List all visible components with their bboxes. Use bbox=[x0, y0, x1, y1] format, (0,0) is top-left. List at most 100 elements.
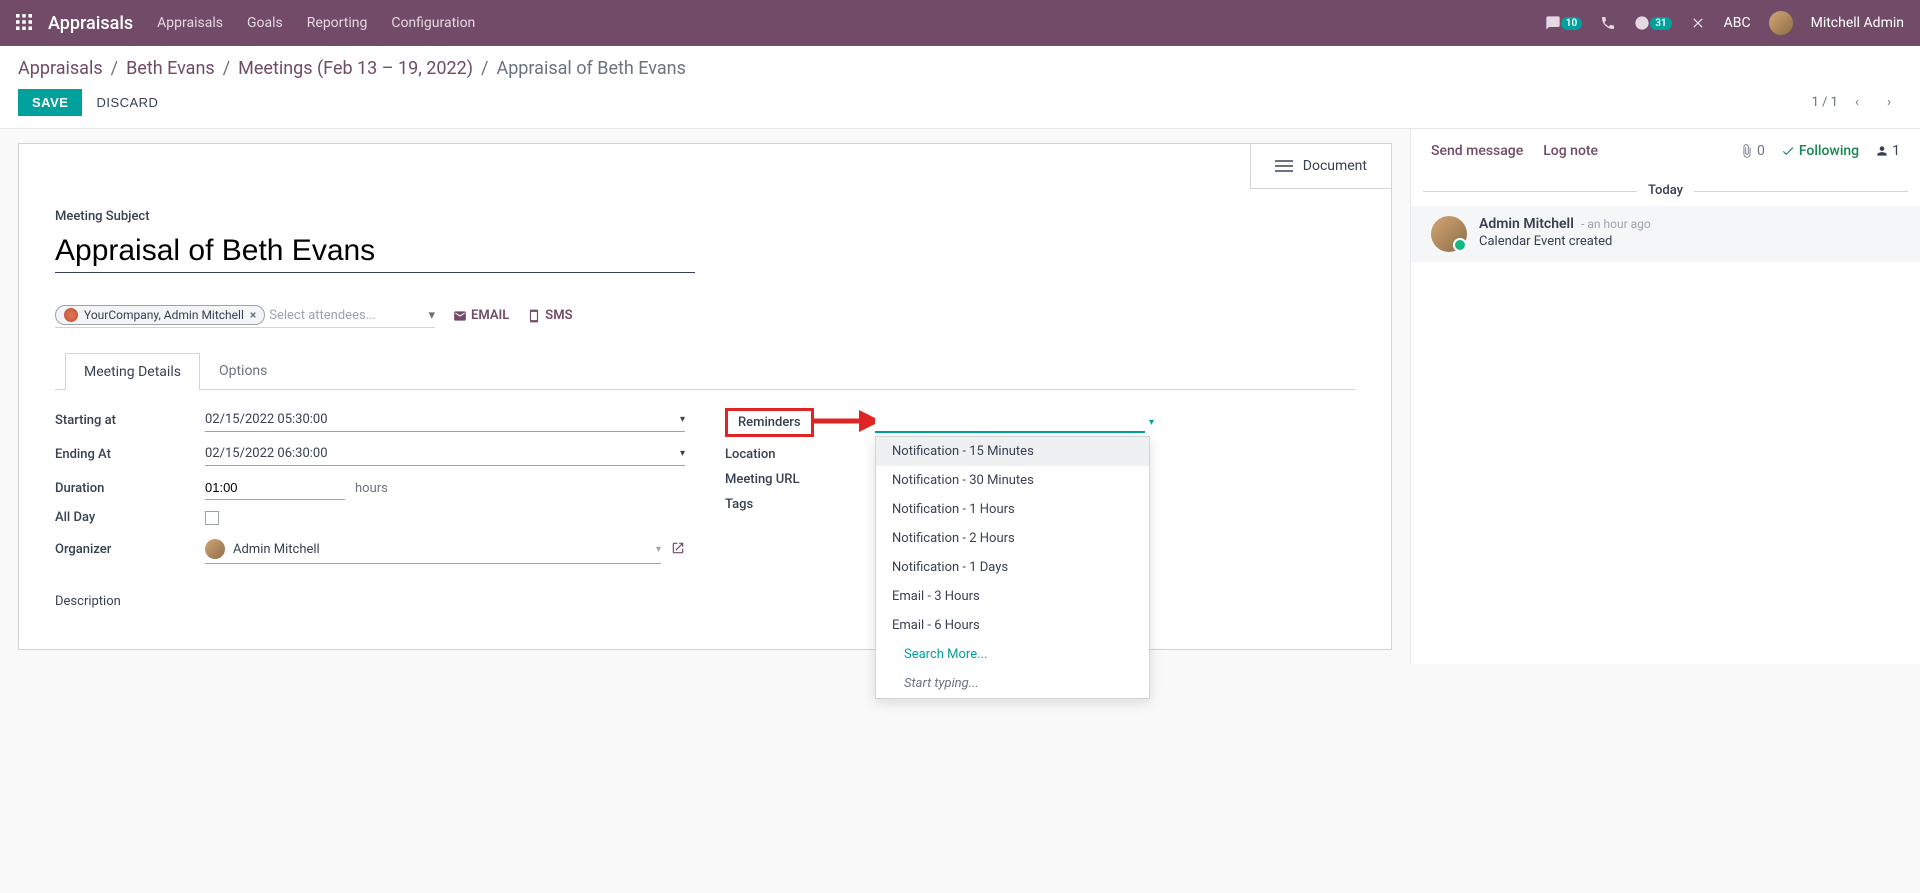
chevron-down-icon[interactable]: ▾ bbox=[428, 308, 435, 323]
nav-configuration[interactable]: Configuration bbox=[391, 15, 475, 31]
pager-next[interactable]: › bbox=[1876, 90, 1902, 116]
hamburger-icon bbox=[1275, 160, 1293, 172]
company-label[interactable]: ABC bbox=[1724, 15, 1751, 31]
crumb-current: Appraisal of Beth Evans bbox=[496, 58, 685, 79]
tab-meeting-details[interactable]: Meeting Details bbox=[65, 353, 200, 390]
duration-label: Duration bbox=[55, 481, 205, 496]
nav-goals[interactable]: Goals bbox=[247, 15, 283, 31]
dropdown-item[interactable]: Email - 6 Hours bbox=[876, 611, 1149, 640]
tags-label: Tags bbox=[725, 497, 875, 512]
crumb-sep: / bbox=[481, 58, 488, 79]
nav-reporting[interactable]: Reporting bbox=[307, 15, 368, 31]
dropdown-item[interactable]: Notification - 15 Minutes bbox=[876, 437, 1149, 466]
pager-prev[interactable]: ‹ bbox=[1844, 90, 1870, 116]
crumb-sep: / bbox=[223, 58, 230, 79]
chatter: Send message Log note 0 Following 1 Toda… bbox=[1410, 129, 1920, 664]
email-button[interactable]: EMAIL bbox=[453, 308, 509, 323]
activity-icon[interactable]: 31 bbox=[1634, 15, 1671, 31]
chevron-down-icon[interactable]: ▾ bbox=[1149, 417, 1154, 428]
avatar-icon bbox=[205, 539, 225, 559]
starting-label: Starting at bbox=[55, 413, 205, 428]
form-panel: Document Meeting Subject YourCompany, Ad… bbox=[0, 129, 1410, 664]
hours-label: hours bbox=[355, 481, 473, 496]
crumb-beth[interactable]: Beth Evans bbox=[126, 58, 215, 79]
message-text: Calendar Event created bbox=[1479, 234, 1651, 249]
crumb-appraisals[interactable]: Appraisals bbox=[18, 58, 103, 79]
dropdown-item[interactable]: Notification - 30 Minutes bbox=[876, 466, 1149, 495]
ending-label: Ending At bbox=[55, 447, 205, 462]
send-message-button[interactable]: Send message bbox=[1431, 143, 1523, 159]
starting-input[interactable]: 02/15/2022 05:30:00 ▾ bbox=[205, 408, 685, 432]
discard-button[interactable]: DISCARD bbox=[82, 89, 172, 116]
annotation-arrow bbox=[811, 404, 881, 442]
location-label: Location bbox=[725, 447, 875, 462]
attendees-field[interactable]: YourCompany, Admin Mitchell × Select att… bbox=[55, 303, 435, 328]
meeting-url-label: Meeting URL bbox=[725, 472, 875, 487]
nav-appraisals[interactable]: Appraisals bbox=[157, 15, 223, 31]
external-link-icon[interactable] bbox=[671, 541, 685, 559]
log-note-button[interactable]: Log note bbox=[1543, 143, 1598, 159]
dropdown-item[interactable]: Notification - 1 Days bbox=[876, 553, 1149, 582]
avatar-icon bbox=[64, 308, 78, 322]
followers-button[interactable]: 1 bbox=[1875, 143, 1900, 159]
topbar: Appraisals Appraisals Goals Reporting Co… bbox=[0, 0, 1920, 46]
dropdown-start-typing: Start typing... bbox=[876, 669, 1149, 698]
document-label: Document bbox=[1303, 158, 1367, 174]
chevron-down-icon: ▾ bbox=[680, 448, 685, 459]
message-time: - an hour ago bbox=[1581, 217, 1651, 231]
description-label: Description bbox=[55, 594, 121, 609]
tabs: Meeting Details Options bbox=[55, 352, 1355, 390]
following-button[interactable]: Following bbox=[1781, 143, 1859, 159]
message-author: Admin Mitchell bbox=[1479, 216, 1574, 232]
attendees-placeholder: Select attendees... bbox=[269, 308, 428, 323]
actions-bar: SAVE DISCARD 1 / 1 ‹ › bbox=[18, 89, 1902, 116]
reminders-label-wrap: Reminders bbox=[725, 408, 875, 437]
activity-badge: 31 bbox=[1650, 17, 1671, 30]
chevron-down-icon: ▾ bbox=[656, 544, 661, 555]
user-avatar[interactable] bbox=[1769, 11, 1793, 35]
dev-icon[interactable] bbox=[1690, 15, 1706, 31]
chip-remove[interactable]: × bbox=[250, 308, 256, 322]
document-button[interactable]: Document bbox=[1250, 144, 1391, 189]
user-name[interactable]: Mitchell Admin bbox=[1811, 15, 1904, 31]
crumb-sep: / bbox=[111, 58, 118, 79]
attendee-chip: YourCompany, Admin Mitchell × bbox=[55, 305, 265, 325]
ending-input[interactable]: 02/15/2022 06:30:00 ▾ bbox=[205, 442, 685, 466]
tab-options[interactable]: Options bbox=[200, 352, 286, 389]
reminders-dropdown: Notification - 15 Minutes Notification -… bbox=[875, 436, 1150, 699]
pager: 1 / 1 ‹ › bbox=[1812, 90, 1902, 116]
doc-btn-row: Document bbox=[19, 144, 1391, 189]
chat-icon[interactable]: 10 bbox=[1545, 15, 1582, 31]
top-nav: Appraisals Goals Reporting Configuration bbox=[157, 15, 1545, 31]
today-separator: Today bbox=[1411, 183, 1920, 198]
app-brand[interactable]: Appraisals bbox=[48, 13, 133, 34]
phone-icon[interactable] bbox=[1600, 15, 1616, 31]
header: Appraisals / Beth Evans / Meetings (Feb … bbox=[0, 46, 1920, 129]
subject-input[interactable] bbox=[55, 230, 695, 273]
pager-text: 1 / 1 bbox=[1812, 95, 1838, 110]
form-card: Document Meeting Subject YourCompany, Ad… bbox=[18, 143, 1392, 650]
sms-button[interactable]: SMS bbox=[527, 308, 572, 323]
message-avatar bbox=[1431, 216, 1467, 252]
breadcrumb: Appraisals / Beth Evans / Meetings (Feb … bbox=[18, 58, 1902, 79]
duration-input[interactable] bbox=[205, 476, 345, 500]
topbar-right: 10 31 ABC Mitchell Admin bbox=[1545, 11, 1904, 35]
save-button[interactable]: SAVE bbox=[18, 89, 82, 116]
dropdown-item[interactable]: Notification - 2 Hours bbox=[876, 524, 1149, 553]
subject-label: Meeting Subject bbox=[55, 209, 1355, 224]
allday-checkbox[interactable] bbox=[205, 511, 219, 525]
organizer-input[interactable]: Admin Mitchell ▾ bbox=[205, 535, 661, 564]
apps-icon[interactable] bbox=[16, 14, 34, 32]
attachments-button[interactable]: 0 bbox=[1740, 143, 1765, 159]
chat-badge: 10 bbox=[1561, 17, 1582, 30]
reminders-input[interactable] bbox=[875, 412, 1145, 433]
dropdown-search-more[interactable]: Search More... bbox=[876, 640, 1149, 669]
chevron-down-icon: ▾ bbox=[680, 414, 685, 425]
chip-label: YourCompany, Admin Mitchell bbox=[84, 308, 244, 322]
dropdown-item[interactable]: Email - 3 Hours bbox=[876, 582, 1149, 611]
crumb-meetings[interactable]: Meetings (Feb 13 – 19, 2022) bbox=[238, 58, 473, 79]
main: Document Meeting Subject YourCompany, Ad… bbox=[0, 129, 1920, 664]
dropdown-item[interactable]: Notification - 1 Hours bbox=[876, 495, 1149, 524]
annotation-box: Reminders bbox=[725, 408, 814, 437]
message: Admin Mitchell - an hour ago Calendar Ev… bbox=[1411, 206, 1920, 262]
